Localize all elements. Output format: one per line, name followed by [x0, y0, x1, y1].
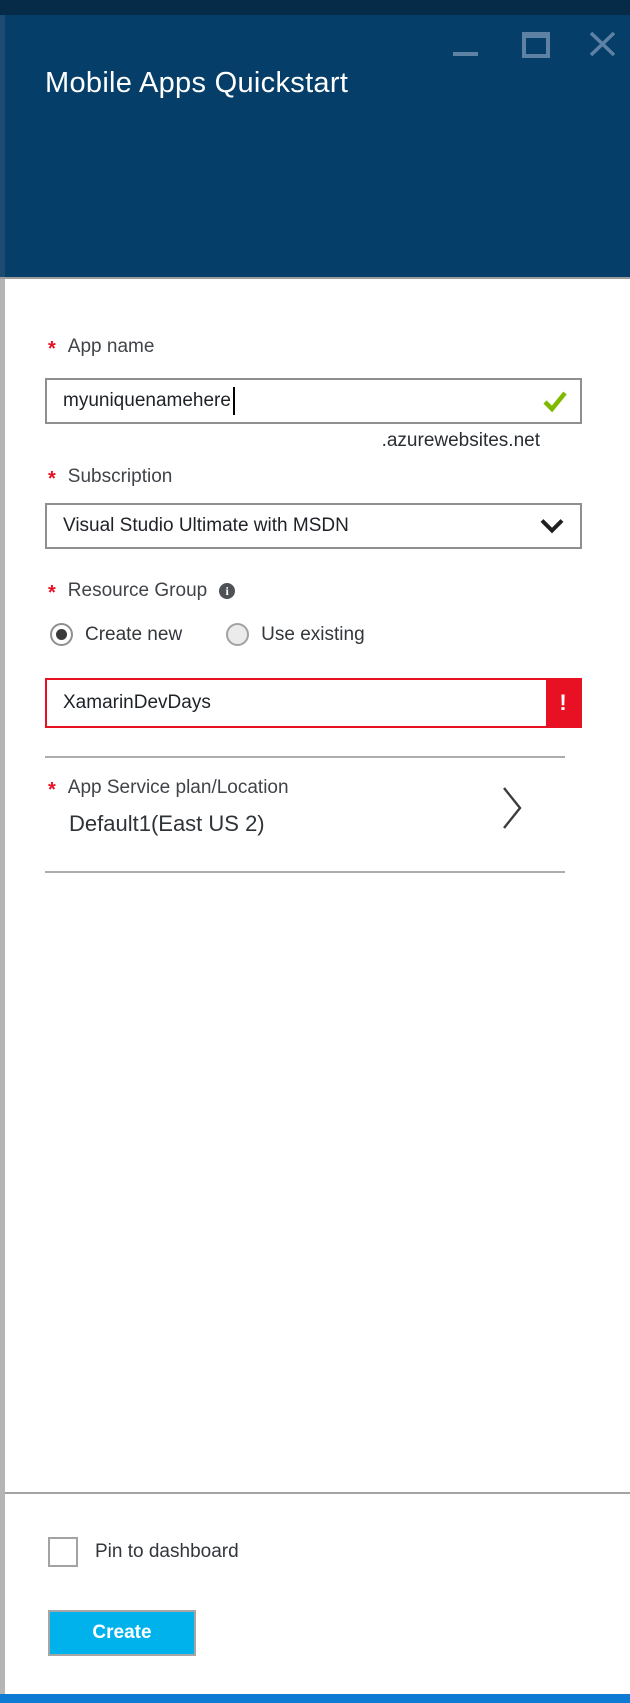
app-service-plan-selector[interactable]: * App Service plan/Location Default1(Eas… — [45, 771, 565, 867]
resource-group-name-input[interactable]: XamarinDevDays ! — [45, 678, 582, 728]
text-caret — [233, 387, 235, 415]
bottom-accent-bar — [0, 1694, 630, 1703]
resource-group-label: * Resource Group i — [48, 580, 235, 602]
subscription-selected-option: Visual Studio Ultimate with MSDN — [63, 515, 349, 537]
blade-left-edge — [0, 279, 5, 1694]
app-name-label-text: App name — [68, 336, 155, 358]
pin-to-dashboard-checkbox[interactable] — [48, 1537, 78, 1567]
blade-footer: Pin to dashboard Create — [0, 1492, 630, 1694]
chevron-down-icon — [540, 519, 564, 534]
app-service-plan-label-text: App Service plan/Location — [68, 777, 289, 799]
required-asterisk: * — [48, 339, 56, 359]
subscription-label: * Subscription — [48, 466, 172, 488]
close-icon[interactable] — [589, 31, 616, 57]
header-left-accent — [0, 15, 5, 277]
radio-option-create-new[interactable]: Create new — [50, 623, 182, 646]
radio-label: Create new — [85, 624, 182, 646]
blade-title: Mobile Apps Quickstart — [45, 67, 348, 100]
app-name-label: * App name — [48, 336, 154, 358]
window-top-strip — [0, 0, 630, 15]
divider — [45, 871, 565, 873]
pin-to-dashboard-label: Pin to dashboard — [95, 1541, 239, 1563]
radio-unselected-icon[interactable] — [226, 623, 249, 646]
subscription-select[interactable]: Visual Studio Ultimate with MSDN — [45, 503, 582, 549]
radio-option-use-existing[interactable]: Use existing — [226, 623, 365, 646]
radio-dot — [56, 629, 67, 640]
radio-selected-icon[interactable] — [50, 623, 73, 646]
app-name-domain-suffix: .azurewebsites.net — [382, 430, 540, 452]
mobile-apps-quickstart-blade: Mobile Apps Quickstart * App name myuniq… — [0, 0, 630, 1703]
resource-group-name-value: XamarinDevDays — [63, 692, 211, 714]
required-asterisk: * — [48, 469, 56, 489]
divider — [45, 756, 565, 758]
maximize-icon[interactable] — [522, 32, 550, 58]
resource-group-radio-group: Create new Use existing — [50, 623, 365, 646]
chevron-right-icon — [501, 785, 523, 831]
form-area: * App name myuniquenamehere .azurewebsit… — [0, 279, 630, 1492]
app-service-plan-label: * App Service plan/Location — [48, 777, 289, 799]
required-asterisk: * — [48, 583, 56, 603]
required-asterisk: * — [48, 780, 56, 800]
resource-group-label-text: Resource Group — [68, 580, 207, 602]
app-name-input[interactable]: myuniquenamehere — [45, 378, 582, 424]
app-service-plan-value: Default1(East US 2) — [69, 811, 265, 837]
radio-label: Use existing — [261, 624, 365, 646]
subscription-label-text: Subscription — [68, 466, 173, 488]
error-exclamation-icon: ! — [546, 680, 580, 726]
create-button[interactable]: Create — [48, 1610, 196, 1656]
valid-check-icon — [542, 389, 568, 413]
info-icon[interactable]: i — [219, 583, 235, 599]
app-name-value: myuniquenamehere — [63, 390, 231, 412]
blade-header: Mobile Apps Quickstart — [0, 15, 630, 277]
minimize-icon[interactable] — [453, 52, 478, 56]
